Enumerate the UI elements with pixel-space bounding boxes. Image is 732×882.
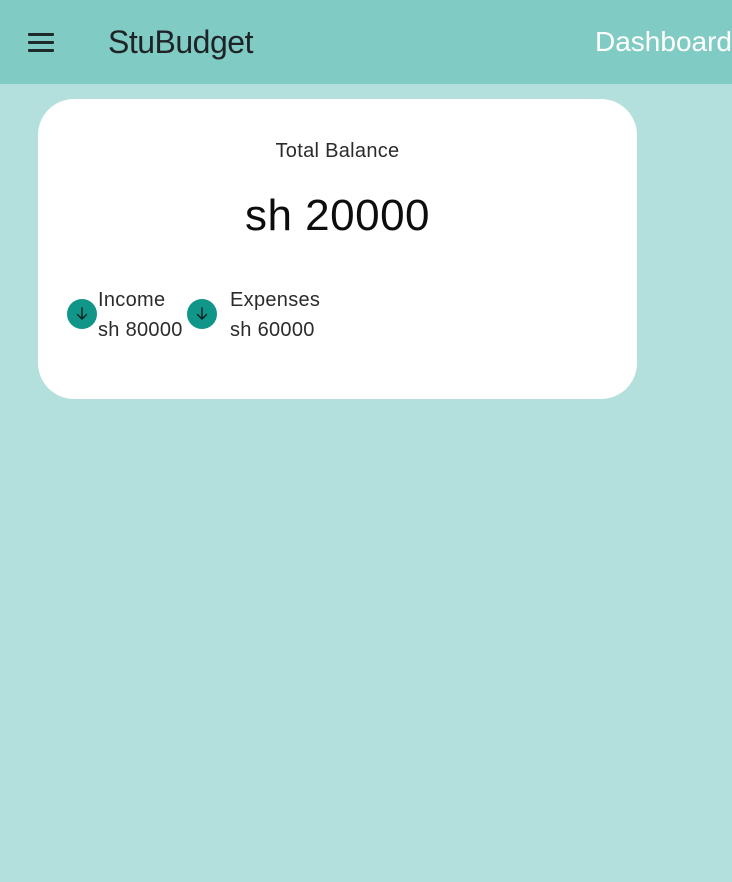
income-label: Income bbox=[98, 289, 166, 311]
expenses-label: Expenses bbox=[230, 289, 321, 311]
income-value: sh 80000 bbox=[98, 319, 183, 341]
arrow-down-icon bbox=[187, 299, 217, 329]
app-title: StuBudget bbox=[108, 24, 253, 60]
app-bar: StuBudget Dashboard bbox=[0, 0, 732, 84]
expenses-value: sh 60000 bbox=[230, 319, 315, 341]
balance-card: Total Balance sh 20000 Income sh 80000 E… bbox=[38, 99, 637, 399]
arrow-down-icon bbox=[67, 299, 97, 329]
nav-link-dashboard[interactable]: Dashboard bbox=[595, 24, 732, 60]
total-balance-label: Total Balance bbox=[275, 140, 400, 162]
hamburger-menu-icon bbox=[28, 33, 54, 36]
total-balance-value: sh 20000 bbox=[244, 191, 431, 240]
menu-button[interactable] bbox=[26, 31, 58, 53]
